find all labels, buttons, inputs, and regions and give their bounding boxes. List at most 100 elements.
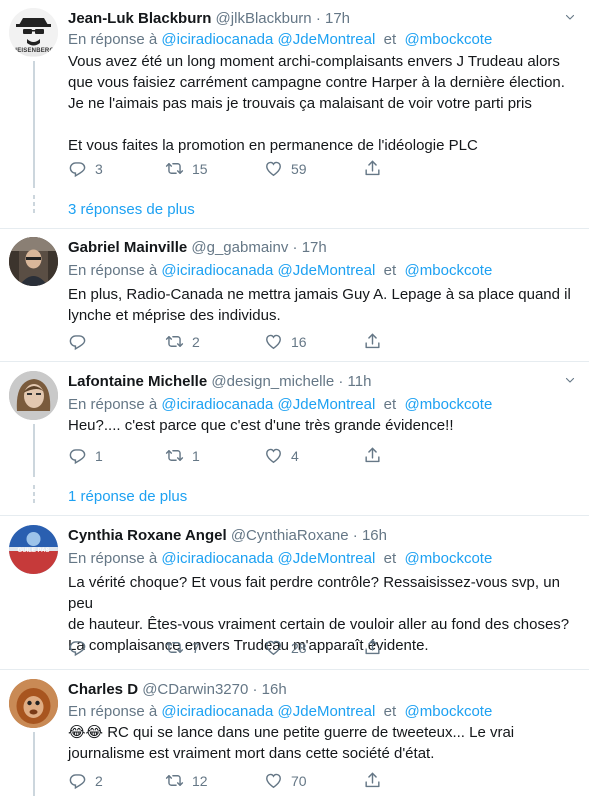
- like-button[interactable]: 16: [264, 332, 307, 351]
- show-more-replies-link[interactable]: 1 réponse de plus: [68, 488, 187, 505]
- tweet-text-line: Et vous faites la promotion en permanenc…: [68, 137, 478, 154]
- author-handle[interactable]: @design_michelle: [211, 373, 334, 390]
- like-count: 4: [291, 447, 299, 464]
- retweet-button[interactable]: 1: [165, 446, 200, 465]
- tweet-actions: 7 28: [68, 638, 408, 658]
- like-button[interactable]: 59: [264, 159, 307, 178]
- tweet-time[interactable]: 16h: [262, 681, 287, 698]
- tweet[interactable]: Lafontaine Michelle @design_michelle · 1…: [0, 371, 589, 516]
- like-button[interactable]: 4: [264, 446, 299, 465]
- share-button[interactable]: [363, 332, 382, 351]
- avatar-photo: [9, 237, 58, 286]
- separator-dot: ·: [315, 10, 321, 27]
- reply-and: et: [383, 703, 397, 720]
- tweet-text-line: Heu?.... c'est parce que c'est d'une trè…: [68, 417, 454, 434]
- share-button[interactable]: [363, 159, 382, 178]
- tweet-time[interactable]: 11h: [348, 373, 372, 390]
- tweet-time[interactable]: 17h: [325, 10, 350, 27]
- retweet-count: 15: [192, 160, 208, 177]
- reply-and: et: [383, 396, 397, 413]
- avatar[interactable]: GUILE PAS: [9, 525, 58, 574]
- retweet-button[interactable]: 2: [165, 332, 200, 351]
- thread-line: [33, 61, 35, 188]
- avatar-caption: HEISENBERG: [12, 48, 55, 54]
- retweet-count: 7: [192, 639, 200, 656]
- retweet-icon: [165, 446, 184, 465]
- like-count: 28: [291, 639, 307, 656]
- share-button[interactable]: [363, 771, 382, 790]
- retweet-button[interactable]: 12: [165, 771, 208, 790]
- tweet-actions: 2 16: [68, 332, 408, 352]
- tweet-time[interactable]: 16h: [362, 527, 387, 544]
- mention-jdemontreal[interactable]: @JdeMontreal: [278, 262, 376, 279]
- reply-button[interactable]: 3: [68, 159, 103, 178]
- reply-icon: [68, 771, 87, 790]
- avatar[interactable]: [9, 237, 58, 286]
- mention-mbockcote[interactable]: @mbockcote: [405, 396, 493, 413]
- tweet[interactable]: GUILE PAS Cynthia Roxane Angel @CynthiaR…: [0, 525, 589, 665]
- tweet-text-line: journalisme est vraiment mort dans cette…: [68, 745, 435, 762]
- chevron-down-icon[interactable]: [564, 373, 576, 385]
- mention-iciradiocanada[interactable]: @iciradiocanada: [161, 550, 273, 567]
- tweet[interactable]: Gabriel Mainville @g_gabmainv · 17h En r…: [0, 237, 589, 357]
- mention-jdemontreal[interactable]: @JdeMontreal: [278, 703, 376, 720]
- avatar[interactable]: [9, 679, 58, 728]
- author-handle[interactable]: @g_gabmainv: [191, 239, 288, 256]
- mention-mbockcote[interactable]: @mbockcote: [405, 31, 493, 48]
- author-handle[interactable]: @CDarwin3270: [142, 681, 248, 698]
- retweet-icon: [165, 771, 184, 790]
- like-icon: [264, 638, 283, 657]
- avatar[interactable]: HEISENBERG: [9, 8, 58, 57]
- like-icon: [264, 771, 283, 790]
- share-button[interactable]: [363, 446, 382, 465]
- divider: [0, 228, 589, 229]
- tweet-time[interactable]: 17h: [302, 239, 327, 256]
- mention-mbockcote[interactable]: @mbockcote: [405, 703, 493, 720]
- reply-count: 2: [95, 772, 103, 789]
- mention-jdemontreal[interactable]: @JdeMontreal: [278, 550, 376, 567]
- show-more-replies-link[interactable]: 3 réponses de plus: [68, 201, 195, 218]
- retweet-button[interactable]: 15: [165, 159, 208, 178]
- retweet-button[interactable]: 7: [165, 638, 200, 657]
- tweet-text: Vous avez été un long moment archi-compl…: [68, 51, 578, 156]
- mention-mbockcote[interactable]: @mbockcote: [405, 262, 493, 279]
- thread-line: [33, 732, 35, 796]
- avatar[interactable]: [9, 371, 58, 420]
- mention-iciradiocanada[interactable]: @iciradiocanada: [161, 396, 273, 413]
- like-button[interactable]: 70: [264, 771, 307, 790]
- tweet-header: Lafontaine Michelle @design_michelle · 1…: [68, 373, 371, 391]
- reply-button[interactable]: 1: [68, 446, 103, 465]
- author-handle[interactable]: @jlkBlackburn: [216, 10, 312, 27]
- author-name[interactable]: Jean-Luk Blackburn: [68, 10, 211, 27]
- tweet-header: Gabriel Mainville @g_gabmainv · 17h: [68, 239, 327, 257]
- share-icon: [363, 446, 382, 465]
- share-button[interactable]: [363, 638, 382, 657]
- tweet-text-line: 😂😂 RC qui se lance dans une petite guerr…: [68, 724, 515, 741]
- author-name[interactable]: Gabriel Mainville: [68, 239, 187, 256]
- author-name[interactable]: Charles D: [68, 681, 138, 698]
- tweet-header: Jean-Luk Blackburn @jlkBlackburn · 17h: [68, 10, 350, 28]
- reply-button[interactable]: [68, 332, 95, 351]
- mention-iciradiocanada[interactable]: @iciradiocanada: [161, 703, 273, 720]
- mention-mbockcote[interactable]: @mbockcote: [405, 550, 493, 567]
- author-name[interactable]: Lafontaine Michelle: [68, 373, 207, 390]
- mention-jdemontreal[interactable]: @JdeMontreal: [278, 396, 376, 413]
- author-name[interactable]: Cynthia Roxane Angel: [68, 527, 227, 544]
- tweet-text-line: lynche et méprise des individus.: [68, 307, 281, 324]
- tweet[interactable]: Charles D @CDarwin3270 · 16h En réponse …: [0, 679, 589, 796]
- mention-jdemontreal[interactable]: @JdeMontreal: [278, 31, 376, 48]
- chevron-down-icon[interactable]: [564, 10, 576, 22]
- separator-dot: ·: [352, 527, 358, 544]
- mention-iciradiocanada[interactable]: @iciradiocanada: [161, 31, 273, 48]
- thread-line: [33, 424, 35, 477]
- like-icon: [264, 446, 283, 465]
- tweet[interactable]: HEISENBERG Jean-Luk Blackburn @jlkBlackb…: [0, 8, 589, 228]
- reply-button[interactable]: [68, 638, 95, 657]
- like-button[interactable]: 28: [264, 638, 307, 657]
- reply-button[interactable]: 2: [68, 771, 103, 790]
- retweet-icon: [165, 159, 184, 178]
- like-count: 70: [291, 772, 307, 789]
- mention-iciradiocanada[interactable]: @iciradiocanada: [161, 262, 273, 279]
- author-handle[interactable]: @CynthiaRoxane: [231, 527, 349, 544]
- share-icon: [363, 638, 382, 657]
